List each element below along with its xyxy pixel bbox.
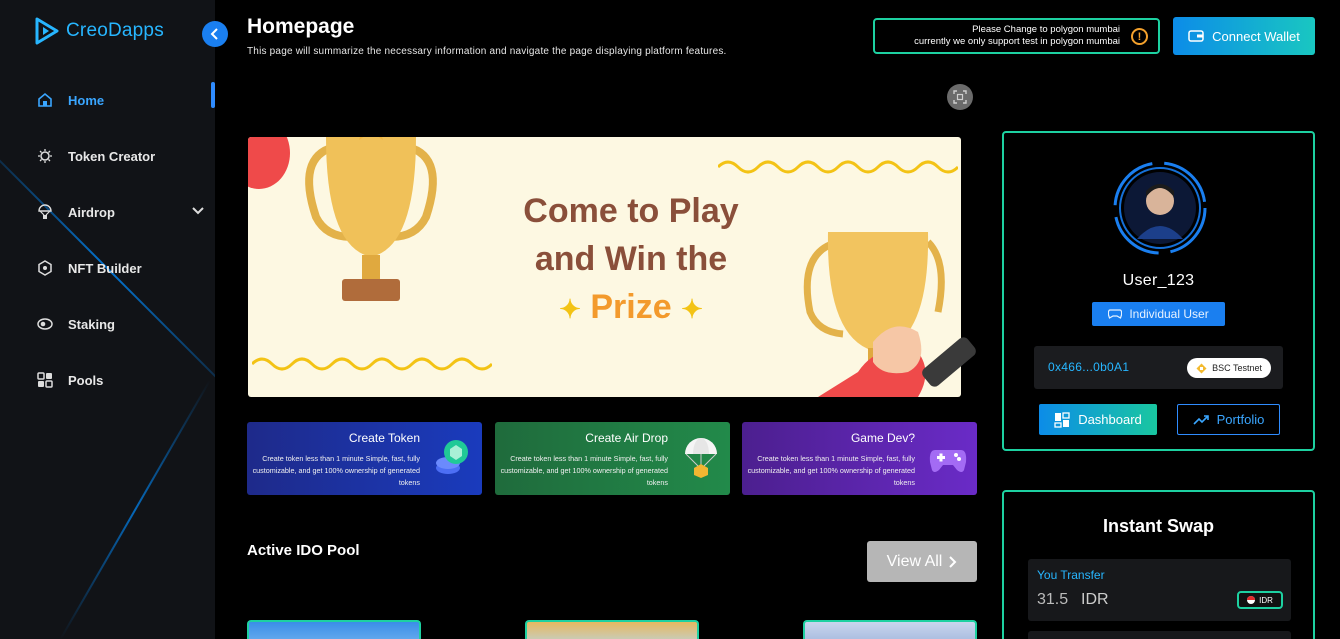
nft-builder-icon: [36, 259, 54, 277]
sidebar-item-airdrop[interactable]: Airdrop: [0, 184, 215, 240]
user-role-badge: Individual User: [1092, 302, 1225, 326]
ido-pool-card[interactable]: [247, 620, 421, 639]
currency-pill-label: IDR: [1259, 595, 1273, 605]
staking-icon: [36, 315, 54, 333]
avatar[interactable]: [1113, 161, 1207, 255]
airdrop-icon: [36, 203, 54, 221]
token-stack-icon: [436, 440, 468, 474]
sidebar-item-token-creator[interactable]: Token Creator: [0, 128, 215, 184]
sidebar-item-label: Token Creator: [68, 148, 156, 164]
sidebar-item-pools[interactable]: Pools: [0, 352, 215, 408]
gamepad-icon: [1108, 309, 1123, 319]
banner-decoration: [248, 137, 290, 189]
indonesia-flag-icon: [1247, 596, 1256, 604]
portfolio-label: Portfolio: [1216, 412, 1265, 427]
page-title: Homepage: [247, 15, 355, 38]
sidebar-item-label: NFT Builder: [68, 260, 142, 276]
card-title: Game Dev?: [850, 431, 915, 445]
trophy-illustration: [305, 137, 437, 301]
network-label: BSC Testnet: [1212, 363, 1262, 373]
card-description: Create token less than 1 minute Simple, …: [747, 454, 915, 487]
banner-headline: Come to Play and Win the ✦ Prize ✦: [496, 187, 766, 333]
chevron-right-icon: [949, 555, 957, 568]
gamepad-icon: [929, 450, 967, 472]
game-dev-card[interactable]: Game Dev? Create token less than 1 minut…: [742, 422, 977, 495]
capture-icon: [953, 90, 967, 104]
page-subtitle: This page will summarize the necessary i…: [247, 46, 727, 57]
trophy-base-illustration: [922, 337, 976, 387]
sidebar-item-label: Airdrop: [68, 204, 115, 220]
banner-prize: Prize: [590, 288, 672, 326]
token-creator-icon: [36, 147, 54, 165]
sparkle-icon: ✦: [681, 294, 703, 324]
dashboard-button[interactable]: Dashboard: [1039, 404, 1157, 435]
banner-prize-line: ✦ Prize ✦: [496, 283, 766, 333]
dashboard-label: Dashboard: [1078, 412, 1142, 427]
wavy-line-decoration: [718, 160, 958, 174]
user-role-label: Individual User: [1129, 307, 1209, 321]
transfer-amount-input[interactable]: 31.5: [1037, 591, 1068, 609]
currency-selector[interactable]: IDR: [1237, 591, 1283, 609]
wallet-address-box[interactable]: 0x466...0b0A1 BSC Testnet: [1034, 346, 1283, 389]
active-indicator: [211, 82, 215, 108]
wavy-line-decoration: [252, 357, 492, 371]
notice-line: Please Change to polygon mumbai: [972, 24, 1120, 35]
portfolio-button[interactable]: Portfolio: [1177, 404, 1280, 435]
trend-chart-icon: [1193, 414, 1209, 425]
sidebar-item-home[interactable]: Home: [0, 72, 215, 128]
ido-pool-card[interactable]: [525, 620, 699, 639]
username: User_123: [1122, 272, 1195, 289]
chevron-down-icon[interactable]: [191, 204, 205, 219]
sidebar-item-nft-builder[interactable]: NFT Builder: [0, 240, 215, 296]
sparkle-icon: ✦: [559, 294, 581, 324]
decorative-beam: [59, 379, 211, 639]
brand-logo[interactable]: CreoDapps: [34, 16, 164, 46]
home-icon: [36, 91, 54, 109]
sidebar-item-label: Home: [68, 92, 105, 108]
view-all-label: View All: [886, 552, 943, 570]
profile-panel: User_123 Individual User 0x466...0b0A1 B…: [1002, 131, 1315, 451]
transfer-label: You Transfer: [1037, 568, 1105, 582]
wallet-icon: [1188, 30, 1204, 42]
sidebar-item-label: Pools: [68, 372, 104, 388]
dashboard-icon: [1054, 411, 1070, 428]
notice-line: currently we only support test in polygo…: [914, 36, 1120, 47]
card-title: Create Token: [348, 431, 420, 445]
notice-text: Please Change to polygon mumbai currentl…: [875, 24, 1126, 48]
banner-line: Come to Play: [523, 192, 739, 230]
create-airdrop-card[interactable]: Create Air Drop Create token less than 1…: [495, 422, 730, 495]
logo-icon: [35, 17, 59, 45]
card-description: Create token less than 1 minute Simple, …: [500, 454, 668, 487]
collapse-sidebar-button[interactable]: [202, 21, 228, 47]
sidebar-item-staking[interactable]: Staking: [0, 296, 215, 352]
bnb-icon: [1196, 363, 1207, 373]
instant-swap-panel: Instant Swap You Transfer 31.5 IDR IDR: [1002, 490, 1315, 639]
card-description: Create token less than 1 minute Simple, …: [252, 454, 420, 487]
network-notice: Please Change to polygon mumbai currentl…: [873, 18, 1160, 54]
wallet-address: 0x466...0b0A1: [1048, 360, 1130, 374]
warning-icon: !: [1131, 28, 1148, 45]
active-ido-title: Active IDO Pool: [247, 542, 360, 559]
network-badge[interactable]: BSC Testnet: [1187, 358, 1271, 378]
ido-pool-card[interactable]: [803, 620, 977, 639]
sidebar-nav: Home Token Creator Airdrop NFT Builder S…: [0, 72, 215, 408]
view-all-button[interactable]: View All: [867, 541, 977, 582]
brand-name: CreoDapps: [66, 20, 164, 41]
swap-title: Instant Swap: [1102, 516, 1214, 536]
chevron-left-icon: [210, 28, 218, 40]
sidebar-item-label: Staking: [68, 316, 115, 332]
sidebar: CreoDapps Home Token Creator Airdrop NFT…: [0, 0, 215, 639]
transfer-currency: IDR: [1081, 591, 1109, 608]
connect-wallet-label: Connect Wallet: [1212, 28, 1300, 44]
screenshot-button[interactable]: [947, 84, 973, 110]
connect-wallet-button[interactable]: Connect Wallet: [1173, 17, 1315, 55]
banner-line: and Win the: [534, 240, 728, 278]
pools-icon: [36, 371, 54, 389]
card-title: Create Air Drop: [585, 431, 668, 445]
transfer-box: You Transfer 31.5 IDR IDR: [1028, 559, 1291, 621]
parachute-icon: [685, 438, 717, 478]
promo-banner[interactable]: Come to Play and Win the ✦ Prize ✦: [248, 137, 961, 397]
receive-box: [1028, 631, 1291, 639]
create-token-card[interactable]: Create Token Create token less than 1 mi…: [247, 422, 482, 495]
